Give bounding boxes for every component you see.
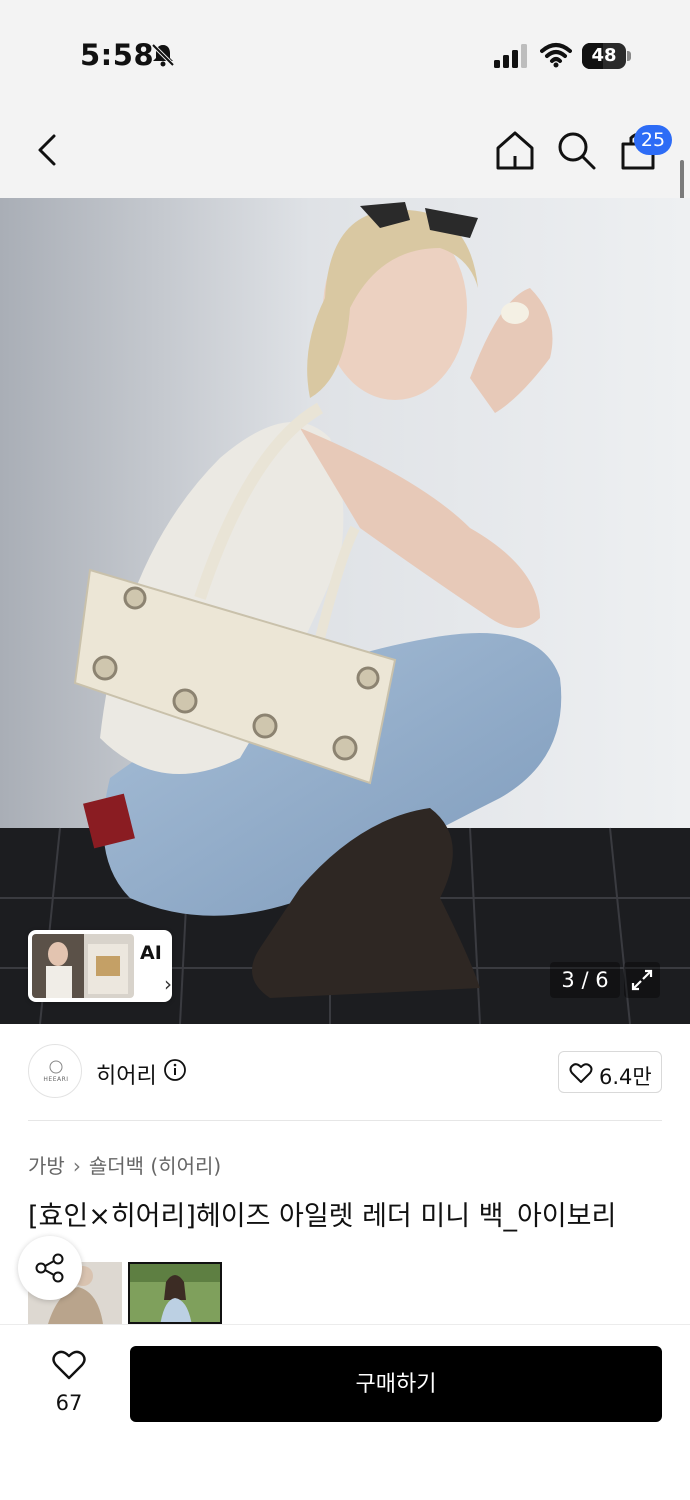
status-time: 5:58 [80, 38, 155, 72]
brand-like-button[interactable]: 6.4만 [558, 1051, 662, 1093]
product-photo [0, 198, 690, 1024]
brand-name[interactable]: 히어리 [96, 1058, 157, 1090]
chevron-right-icon: › [164, 972, 172, 996]
back-arrow-icon[interactable] [26, 128, 70, 172]
breadcrumb-item-bag[interactable]: 가방 [28, 1150, 65, 1179]
breadcrumb: 가방 › 숄더백 (히어리) [28, 1150, 221, 1179]
product-title: [효인×히어리]헤이즈 아일렛 레더 미니 백_아이보리 [28, 1201, 617, 1232]
info-icon[interactable] [163, 1058, 187, 1082]
brand-logo-text: HEEARI [43, 1076, 69, 1083]
color-option-thumbnails [28, 1262, 662, 1324]
bell-slash-icon [151, 43, 175, 67]
chevron-right-icon: › [72, 1154, 81, 1178]
brand-row: HEEARI 히어리 6.4만 [0, 1024, 690, 1120]
status-bar: 5:58 48 [0, 0, 690, 110]
product-image[interactable] [0, 198, 690, 1024]
image-counter: 3 / 6 [550, 962, 620, 998]
signal-icon [494, 44, 527, 68]
battery-percent: 48 [591, 45, 617, 66]
color-option-thumbnail-selected[interactable] [128, 1262, 222, 1324]
home-icon[interactable] [493, 128, 537, 172]
buy-button[interactable]: 구매하기 [130, 1346, 662, 1422]
share-button[interactable] [18, 1236, 82, 1300]
bottom-action-bar: 67 구매하기 [0, 1324, 690, 1500]
brand-logo[interactable]: HEEARI [28, 1044, 82, 1098]
ai-preview-thumbnail [32, 934, 134, 998]
brand-like-count: 6.4만 [599, 1065, 652, 1089]
breadcrumb-item-shoulder-bag[interactable]: 숄더백 (히어리) [89, 1150, 221, 1179]
ai-recommend-chip[interactable]: AI › [28, 930, 172, 1002]
battery-icon: 48 [582, 43, 631, 69]
heart-outline-icon [569, 1063, 593, 1083]
share-icon [35, 1253, 64, 1283]
expand-icon[interactable] [624, 962, 660, 998]
nav-bar [0, 110, 690, 198]
cart-count-badge: 25 [634, 125, 672, 155]
wishlist-button[interactable]: 67 [44, 1349, 94, 1429]
wishlist-count: 67 [55, 1391, 83, 1415]
wifi-icon [540, 43, 572, 68]
ai-label: AI [140, 942, 162, 964]
search-icon[interactable] [554, 128, 598, 172]
heart-outline-icon [52, 1350, 86, 1380]
divider [28, 1120, 662, 1121]
